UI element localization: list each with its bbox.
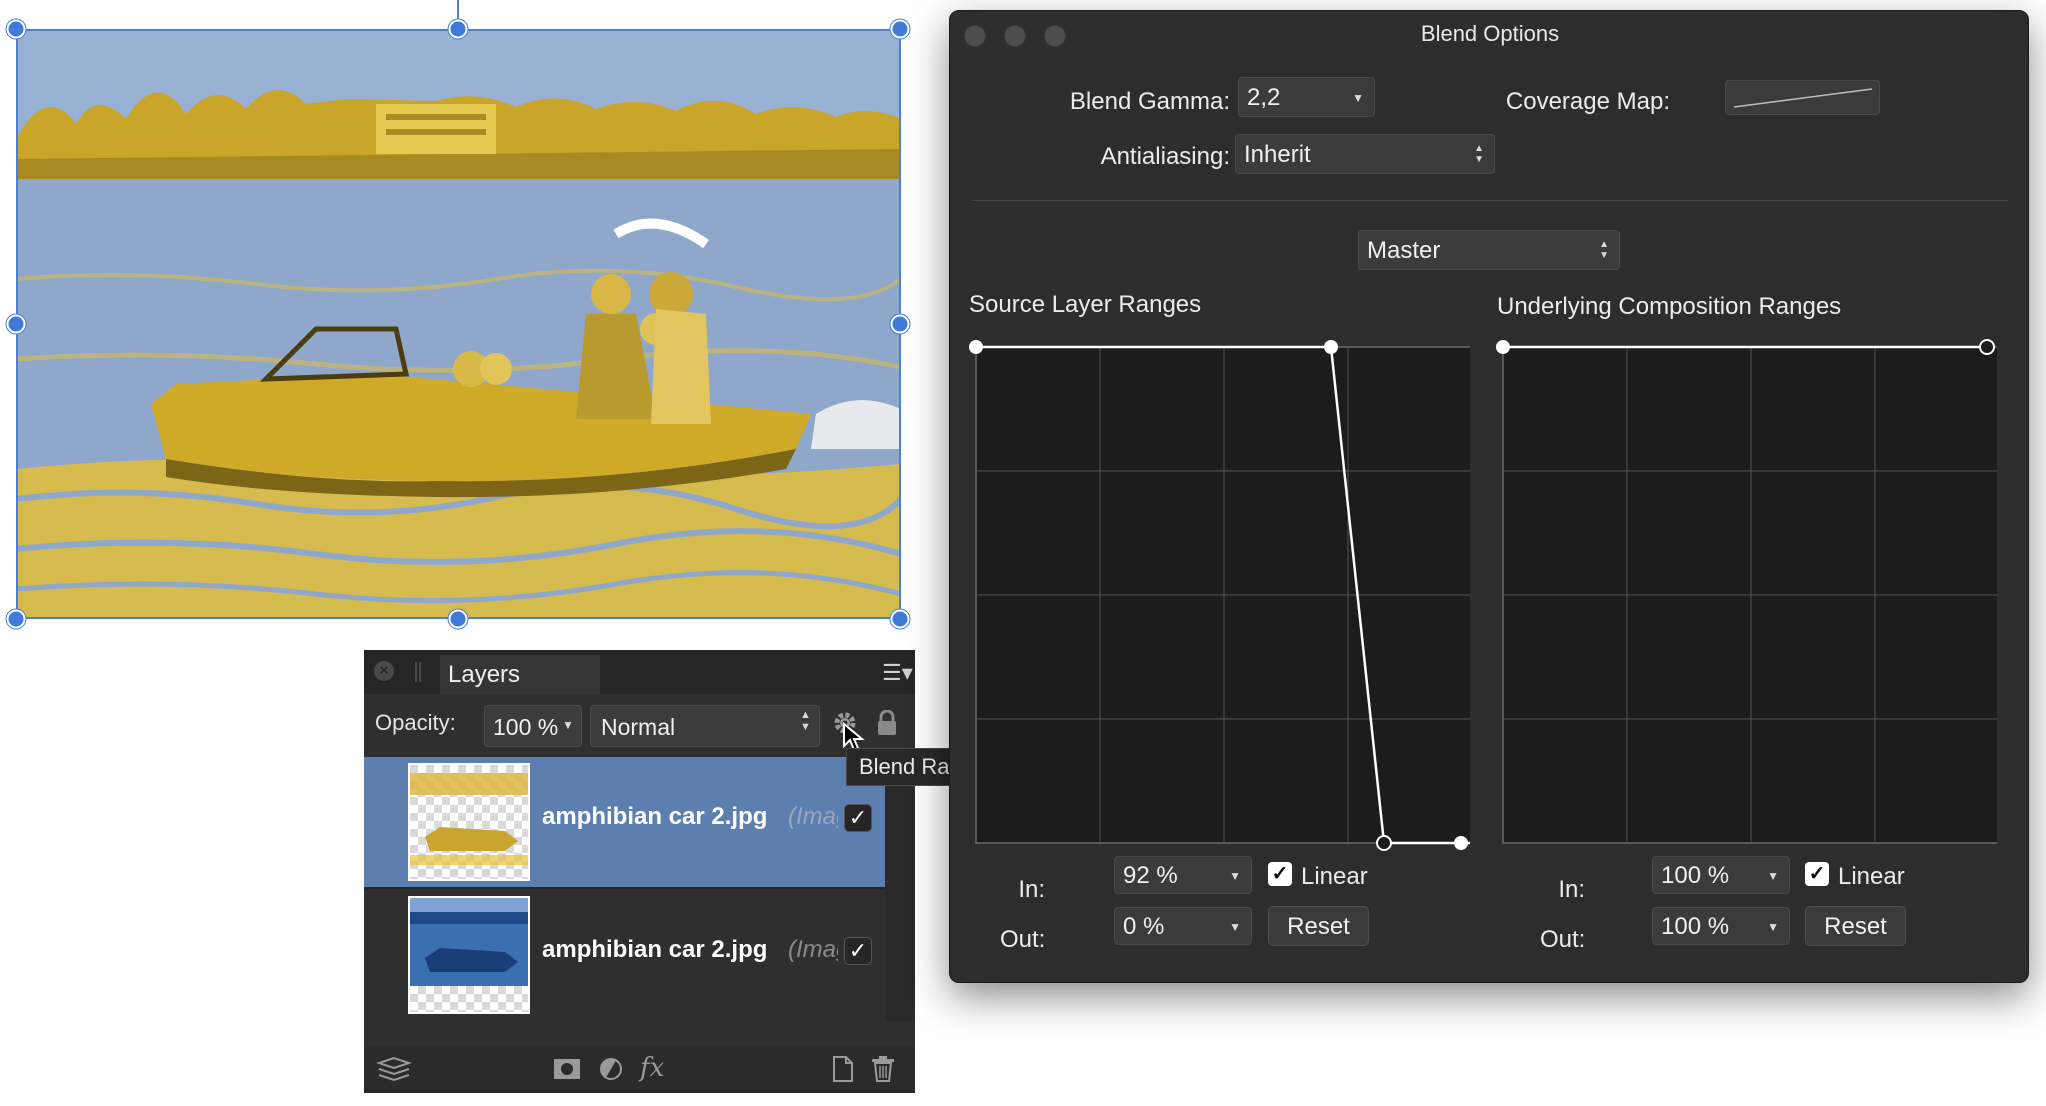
- source-out-field[interactable]: 0 % ▼: [1114, 907, 1252, 945]
- blend-mode-select[interactable]: Normal: [590, 705, 820, 747]
- stepper-arrows-icon: ▲ ▼: [800, 709, 811, 733]
- underlying-composition-ranges-heading: Underlying Composition Ranges: [1497, 293, 1842, 320]
- underlying-linear-label: Linear: [1838, 863, 1905, 890]
- layer-kind: (Image): [788, 936, 838, 963]
- canvas-image[interactable]: [16, 29, 901, 619]
- resize-handle-top-left[interactable]: [6, 19, 26, 39]
- mask-icon[interactable]: [552, 1055, 582, 1088]
- layer-name: amphibian car 2.jpg: [542, 936, 768, 963]
- curve-point: [1979, 339, 1995, 355]
- coverage-map-button[interactable]: [1725, 80, 1880, 115]
- resize-handle-bottom-right[interactable]: [890, 609, 910, 629]
- resize-handle-bottom[interactable]: [448, 609, 468, 629]
- panel-grip-icon[interactable]: [415, 662, 421, 682]
- underlying-in-label: In:: [1558, 876, 1585, 903]
- underlying-out-field[interactable]: 100 % ▼: [1652, 907, 1790, 945]
- antialiasing-label: Antialiasing:: [1100, 143, 1230, 170]
- source-out-value: 0 %: [1123, 913, 1165, 940]
- lock-icon[interactable]: [876, 709, 898, 741]
- stepper-arrows-icon: ▲ ▼: [1599, 239, 1609, 261]
- layer-row-selected[interactable]: amphibian car 2.jpg (Image) ✓: [364, 757, 885, 887]
- blend-options-window: Blend Options Blend Gamma: 2,2 ▼ Coverag…: [949, 10, 2029, 983]
- source-in-field[interactable]: 92 % ▼: [1114, 856, 1252, 894]
- underlying-out-value: 100 %: [1661, 913, 1730, 940]
- layer-thumbnail: [408, 896, 530, 1014]
- resize-handle-top-right[interactable]: [890, 19, 910, 39]
- layers-panel: × Layers ☰▾ Opacity: 100 % ▼ Normal ▲▼: [364, 650, 915, 1093]
- resize-handle-top[interactable]: [448, 19, 468, 39]
- underlying-in-field[interactable]: 100 % ▼: [1652, 856, 1790, 894]
- source-reset-button[interactable]: Reset: [1268, 906, 1369, 946]
- curve-point: [969, 340, 983, 354]
- panel-menu-icon[interactable]: ☰▾: [882, 660, 913, 686]
- chevron-down-icon[interactable]: ▼: [562, 718, 574, 732]
- source-layer-ranges-heading: Source Layer Ranges: [969, 291, 1202, 318]
- curve-point: [1376, 835, 1392, 851]
- adjustment-icon[interactable]: [596, 1055, 626, 1088]
- channel-dropdown[interactable]: Master ▲ ▼: [1358, 230, 1620, 270]
- new-layer-icon[interactable]: [830, 1055, 856, 1088]
- coverage-map-label: Coverage Map:: [1505, 88, 1670, 115]
- resize-handle-bottom-left[interactable]: [6, 609, 26, 629]
- layer-visibility-checkbox[interactable]: ✓: [844, 937, 872, 965]
- underlying-ranges-graph[interactable]: [1487, 331, 2000, 856]
- blend-gamma-value: 2,2: [1247, 84, 1281, 111]
- source-linear-checkbox[interactable]: ✓: [1268, 862, 1292, 886]
- curve-point: [1496, 340, 1510, 354]
- window-title: Blend Options: [1420, 21, 1560, 46]
- underlying-linear-checkbox[interactable]: ✓: [1805, 862, 1829, 886]
- layer-visibility-checkbox[interactable]: ✓: [844, 804, 872, 832]
- source-in-value: 92 %: [1123, 862, 1178, 889]
- underlying-reset-button[interactable]: Reset: [1805, 906, 1906, 946]
- layers-stack-icon[interactable]: [375, 1055, 413, 1088]
- blend-gamma-dropdown[interactable]: 2,2 ▼: [1238, 77, 1375, 117]
- underlying-in-value: 100 %: [1661, 862, 1730, 889]
- chevron-down-icon: ▼: [1229, 869, 1241, 883]
- stepper-arrows-icon: ▲ ▼: [1474, 143, 1484, 165]
- trash-icon[interactable]: [870, 1055, 896, 1088]
- antialiasing-value: Inherit: [1244, 141, 1311, 168]
- close-icon[interactable]: ×: [374, 661, 394, 681]
- source-out-label: Out:: [1000, 926, 1046, 953]
- resize-handle-right[interactable]: [890, 314, 910, 334]
- curve-point: [1324, 340, 1338, 354]
- source-linear-label: Linear: [1301, 863, 1368, 890]
- layer-name: amphibian car 2.jpg: [542, 803, 768, 830]
- source-in-label: In:: [1018, 876, 1045, 903]
- layers-tab-bar: × Layers ☰▾: [364, 650, 915, 694]
- chevron-down-icon: ▼: [1229, 920, 1241, 934]
- row-divider: [364, 887, 885, 889]
- underlying-out-label: Out:: [1540, 926, 1586, 953]
- tab-layers[interactable]: Layers: [440, 655, 600, 694]
- layers-scrollbar[interactable]: [885, 757, 915, 1022]
- layers-footer: fx: [364, 1047, 915, 1093]
- chevron-down-icon: ▼: [1767, 869, 1779, 883]
- fx-icon[interactable]: fx: [640, 1053, 664, 1083]
- resize-handle-left[interactable]: [6, 314, 26, 334]
- antialiasing-dropdown[interactable]: Inherit ▲ ▼: [1235, 134, 1495, 174]
- layer-thumbnail: [408, 763, 530, 881]
- divider: [972, 200, 2008, 201]
- layer-row[interactable]: amphibian car 2.jpg (Image) ✓: [364, 890, 885, 1020]
- curve-point: [1454, 836, 1468, 850]
- chevron-down-icon: ▼: [1352, 91, 1364, 105]
- channel-value: Master: [1367, 237, 1441, 264]
- opacity-label: Opacity:: [375, 710, 456, 735]
- layer-kind: (Image): [788, 803, 838, 830]
- source-ranges-graph[interactable]: [960, 331, 1473, 856]
- chevron-down-icon: ▼: [1767, 920, 1779, 934]
- blend-gamma-label: Blend Gamma:: [1069, 88, 1230, 115]
